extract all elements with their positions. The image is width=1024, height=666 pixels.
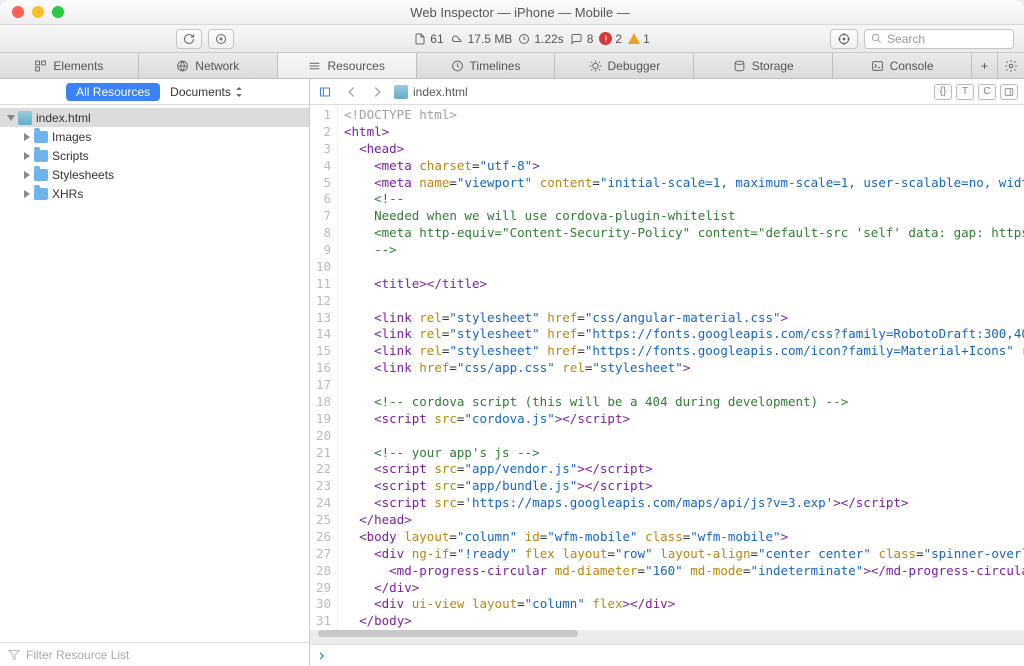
type-info-button[interactable]: T <box>956 84 974 100</box>
tree-folder-scripts[interactable]: Scripts <box>0 146 309 165</box>
storage-icon <box>733 59 746 72</box>
main-panel: index.html {} T C 1 2 3 4 5 6 7 8 9 10 1… <box>310 79 1024 666</box>
search-field[interactable]: Search <box>864 29 1014 49</box>
tab-resources[interactable]: Resources <box>278 53 417 78</box>
warning-icon <box>628 33 640 44</box>
horizontal-scrollbar[interactable] <box>318 630 1016 640</box>
disclosure-icon[interactable] <box>7 115 15 121</box>
path-bar: index.html {} T C <box>310 79 1024 105</box>
filter-all-resources[interactable]: All Resources <box>66 83 160 101</box>
settings-button[interactable] <box>998 53 1024 78</box>
elements-icon <box>34 59 47 72</box>
reload-button[interactable] <box>176 29 202 49</box>
folder-icon <box>34 131 48 143</box>
tab-bar: Elements Network Resources Timelines Deb… <box>0 53 1024 79</box>
tab-storage[interactable]: Storage <box>694 53 833 78</box>
tab-timelines[interactable]: Timelines <box>417 53 556 78</box>
transfer-size: 17.5 MB <box>450 32 513 46</box>
tree-item-index[interactable]: index.html <box>0 108 309 127</box>
tab-console[interactable]: Console <box>833 53 972 78</box>
download-button[interactable] <box>208 29 234 49</box>
filter-icon <box>8 649 20 661</box>
console-icon <box>871 59 884 72</box>
tree-folder-xhrs[interactable]: XHRs <box>0 184 309 203</box>
folder-icon <box>34 188 48 200</box>
search-icon <box>871 33 882 44</box>
tab-debugger[interactable]: Debugger <box>555 53 694 78</box>
toggle-sidebar-button[interactable] <box>316 83 334 101</box>
tab-elements[interactable]: Elements <box>0 53 139 78</box>
close-window-button[interactable] <box>12 6 24 18</box>
source-editor[interactable]: 1 2 3 4 5 6 7 8 9 10 11 12 13 14 15 16 1… <box>310 105 1024 630</box>
resources-icon <box>308 59 321 72</box>
errors-badge[interactable]: ! 2 <box>599 32 622 46</box>
nav-back-button[interactable] <box>342 83 360 101</box>
zoom-window-button[interactable] <box>52 6 64 18</box>
titlebar: Web Inspector — iPhone — Mobile — <box>0 0 1024 25</box>
line-gutter: 1 2 3 4 5 6 7 8 9 10 11 12 13 14 15 16 1… <box>310 105 338 630</box>
folder-icon <box>34 169 48 181</box>
file-icon <box>394 85 408 99</box>
error-icon: ! <box>599 32 612 45</box>
resource-count: 61 <box>414 32 443 46</box>
tree-folder-images[interactable]: Images <box>0 127 309 146</box>
scope-dropdown[interactable]: Documents <box>170 85 243 99</box>
console-prompt[interactable] <box>310 644 1024 666</box>
window-title: Web Inspector — iPhone — Mobile — <box>76 5 1024 20</box>
timelines-icon <box>451 59 464 72</box>
element-picker-button[interactable] <box>830 29 858 49</box>
toolbar: 61 17.5 MB 1.22s 8 ! 2 1 Search <box>0 25 1024 53</box>
nav-forward-button[interactable] <box>368 83 386 101</box>
coverage-button[interactable]: C <box>978 84 996 100</box>
pretty-print-button[interactable]: {} <box>934 84 952 100</box>
new-tab-button[interactable]: + <box>972 53 998 78</box>
disclosure-icon[interactable] <box>24 133 30 141</box>
tab-network[interactable]: Network <box>139 53 278 78</box>
warnings-badge[interactable]: 1 <box>628 32 650 46</box>
filter-bar[interactable]: Filter Resource List <box>0 642 309 666</box>
chevron-right-icon <box>318 651 326 661</box>
network-icon <box>176 59 189 72</box>
file-icon <box>18 111 32 125</box>
debugger-icon <box>589 59 602 72</box>
source-code[interactable]: <!DOCTYPE html> <html> <head> <meta char… <box>338 105 1024 630</box>
chevron-updown-icon <box>235 87 243 97</box>
toggle-details-button[interactable] <box>1000 84 1018 100</box>
folder-icon <box>34 150 48 162</box>
disclosure-icon[interactable] <box>24 190 30 198</box>
minimize-window-button[interactable] <box>32 6 44 18</box>
breadcrumb-file[interactable]: index.html <box>394 85 468 99</box>
tree-folder-stylesheets[interactable]: Stylesheets <box>0 165 309 184</box>
scope-bar: All Resources Documents <box>0 79 309 105</box>
resource-tree: index.html Images Scripts Stylesheets <box>0 105 309 642</box>
disclosure-icon[interactable] <box>24 171 30 179</box>
console-messages[interactable]: 8 <box>570 32 594 46</box>
load-time: 1.22s <box>518 32 563 46</box>
sidebar: All Resources Documents index.html Image… <box>0 79 310 666</box>
disclosure-icon[interactable] <box>24 152 30 160</box>
